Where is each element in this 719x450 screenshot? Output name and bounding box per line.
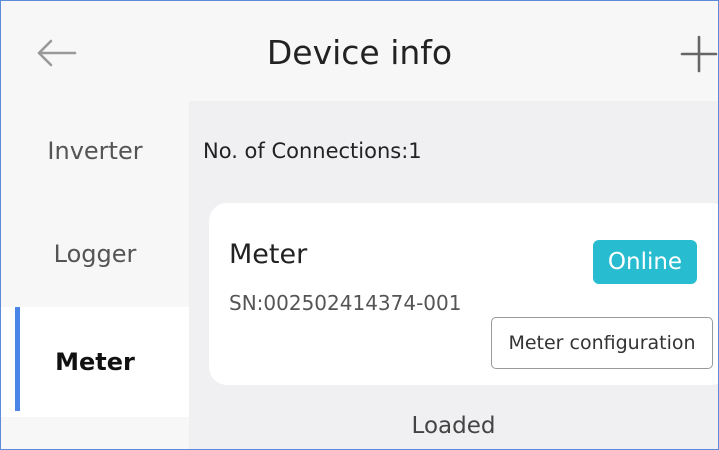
sidebar-item-meter[interactable]: Meter <box>1 307 189 417</box>
sidebar-item-label: Inverter <box>47 137 143 165</box>
main-content: No. of Connections:1 Meter SN:0025024143… <box>189 101 718 449</box>
sidebar-item-label: Logger <box>53 240 137 268</box>
load-status: Loaded <box>411 413 496 439</box>
device-card[interactable]: Meter SN:002502414374-001 Online Meter c… <box>209 203 718 385</box>
sidebar: Inverter Logger Meter <box>1 101 189 449</box>
device-name: Meter <box>229 239 308 270</box>
status-badge: Online <box>593 240 697 284</box>
page-title: Device info <box>266 33 453 72</box>
plus-icon <box>680 35 718 73</box>
sidebar-item-inverter[interactable]: Inverter <box>1 101 189 201</box>
connections-count: No. of Connections:1 <box>203 139 422 163</box>
serial-number: SN:002502414374-001 <box>229 291 462 315</box>
sidebar-item-logger[interactable]: Logger <box>1 204 189 304</box>
header: Device info <box>1 1 718 101</box>
active-tab-indicator <box>15 307 20 411</box>
sidebar-item-label: Meter <box>55 348 135 376</box>
meter-configuration-button[interactable]: Meter configuration <box>491 317 713 369</box>
app-frame: Device info Inverter Logger Meter No. of… <box>0 0 719 450</box>
add-button[interactable] <box>679 33 718 77</box>
